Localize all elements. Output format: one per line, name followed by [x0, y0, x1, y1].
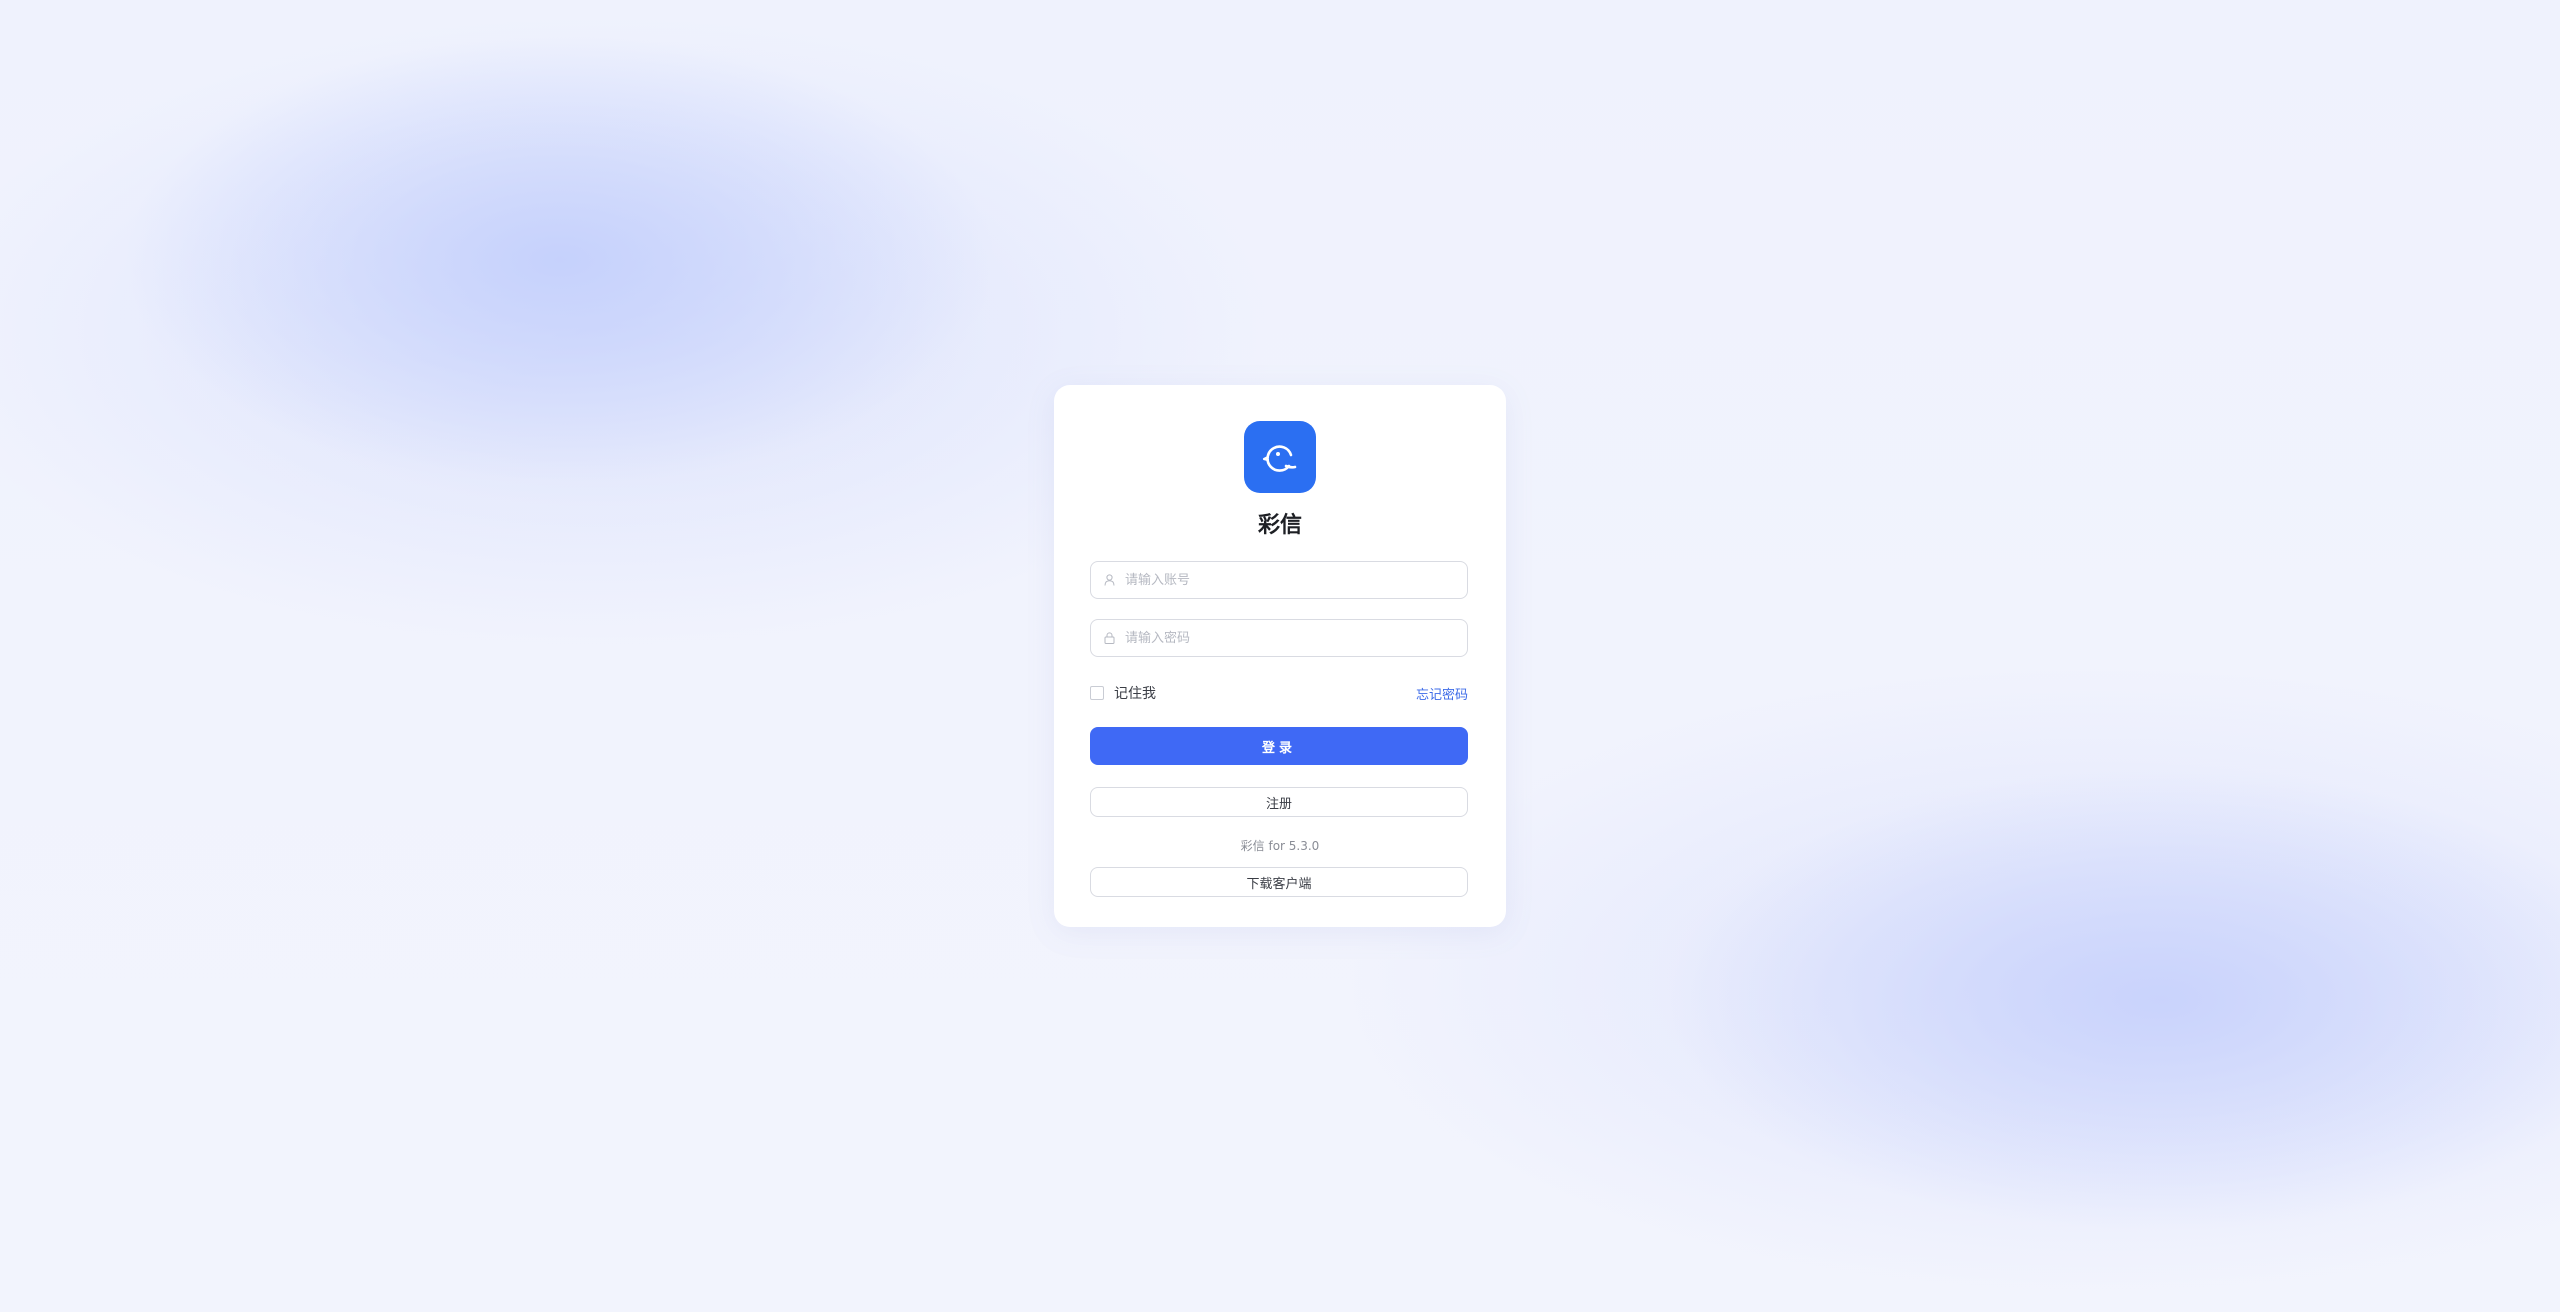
download-client-button[interactable]: 下载客户端 — [1090, 867, 1468, 897]
remember-row: 记住我 忘记密码 — [1090, 683, 1468, 703]
password-field[interactable] — [1090, 619, 1468, 657]
remember-checkbox[interactable] — [1090, 686, 1104, 700]
chat-bird-icon — [1262, 445, 1297, 472]
account-input[interactable] — [1123, 571, 1467, 589]
remember-me[interactable]: 记住我 — [1090, 683, 1156, 703]
user-icon — [1103, 574, 1115, 586]
app-logo — [1244, 421, 1316, 493]
version-text: 彩信 for 5.3.0 — [1240, 839, 1320, 853]
lock-icon — [1103, 632, 1115, 644]
account-field[interactable] — [1090, 561, 1468, 599]
remember-label: 记住我 — [1114, 686, 1156, 702]
app-title: 彩信 — [1257, 513, 1302, 538]
login-card: 彩信 记住我 忘记密码 登录 注册 彩信 for 5.3.0 下载客户端 — [1054, 385, 1506, 927]
forgot-password-link[interactable]: 忘记密码 — [1416, 684, 1468, 703]
password-input[interactable] — [1123, 629, 1467, 647]
login-button[interactable]: 登录 — [1090, 727, 1468, 765]
register-button[interactable]: 注册 — [1090, 787, 1468, 817]
